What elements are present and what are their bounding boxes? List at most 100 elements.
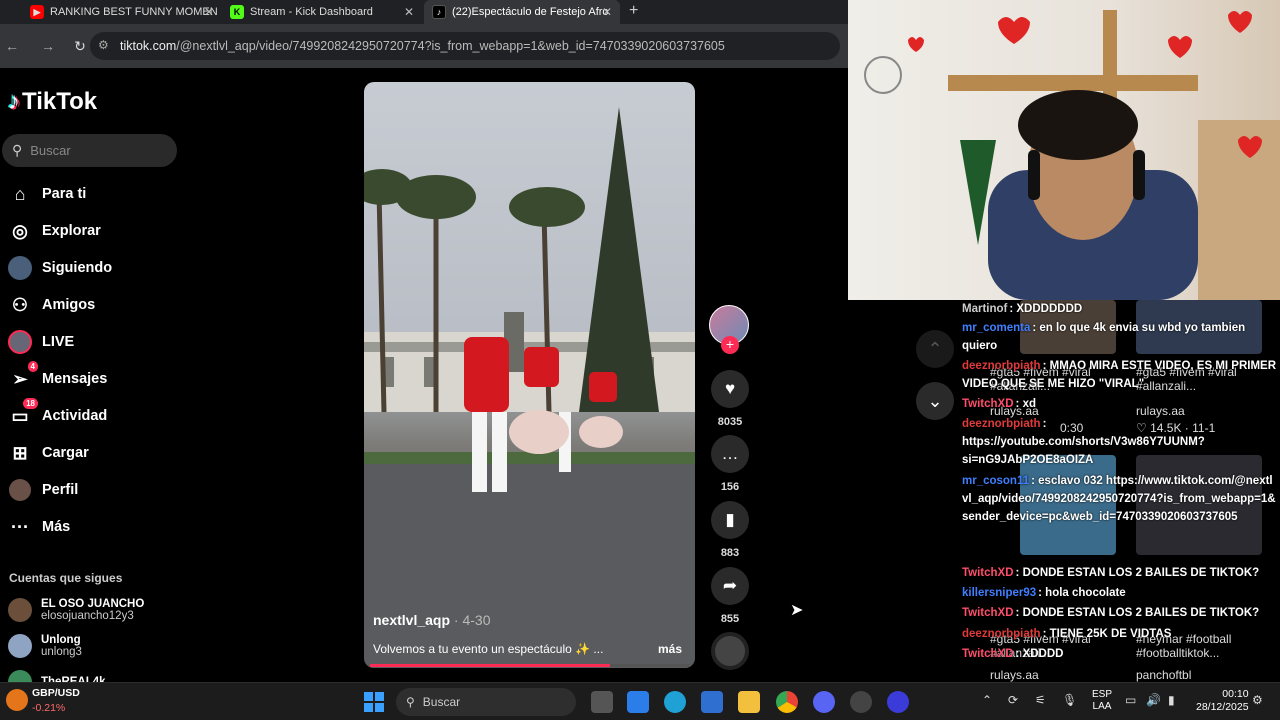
video-player[interactable] [364, 82, 695, 668]
store-icon[interactable] [701, 691, 723, 713]
nav-mas[interactable]: ··· Más [8, 512, 70, 542]
task-view-icon[interactable] [591, 691, 613, 713]
previous-video-button[interactable]: ⌃ [916, 330, 954, 368]
webcam-feed [864, 10, 1280, 300]
edge-icon[interactable] [664, 691, 686, 713]
forward-icon[interactable]: → [36, 34, 60, 58]
home-icon: ⌂ [14, 183, 26, 204]
chat-username: TwitchXD [962, 398, 1014, 410]
battery-icon[interactable]: ▮ [1168, 693, 1175, 707]
nav-amigos[interactable]: ⚇ Amigos [8, 290, 95, 320]
chat-message: TwitchXD: DONDE ESTAN LOS 2 BAILES DE TI… [962, 567, 1260, 579]
chat-message: TwitchXD: XDDDD [962, 648, 1064, 660]
network-icon[interactable]: ⚟ [1035, 693, 1046, 707]
tab-title: Stream - Kick Dashboard [250, 6, 373, 18]
url-field[interactable]: ⚙ tiktok.com/@nextlvl_aqp/video/74992082… [90, 32, 840, 60]
friends-icon: ⚇ [11, 294, 29, 315]
chat-message: deeznorbpiath: TIENE 25K DE VIDTAS [962, 628, 1172, 640]
nav-para-ti[interactable]: ⌂ Para ti [8, 179, 87, 209]
video-progress-fill [370, 664, 610, 667]
microphone-icon[interactable]: 🎙 [1062, 693, 1077, 707]
comment-icon: … [711, 435, 749, 473]
chat-message: TwitchXD: xd [962, 398, 1036, 410]
nav-explorar[interactable]: ◎ Explorar [8, 216, 101, 246]
close-tab-icon[interactable]: ✕ [204, 5, 214, 19]
language-indicator[interactable]: ESP LAA [1092, 689, 1112, 713]
new-tab-button[interactable]: + [629, 2, 638, 20]
chat-username: Martinof [962, 303, 1008, 315]
compass-icon: ◎ [12, 220, 28, 241]
comment-button[interactable]: … 156 [710, 435, 750, 493]
like-button[interactable]: ♥ 8035 [710, 370, 750, 428]
profile-icon [8, 478, 32, 502]
obs-icon[interactable] [850, 691, 872, 713]
chat-username: TwitchXD [962, 648, 1014, 660]
stream-chat-overlay: Martinof: XDDDDDDD mr_comenta: en lo que… [958, 300, 1280, 682]
back-icon[interactable]: ← [0, 34, 24, 58]
site-settings-icon[interactable]: ⚙ [98, 38, 109, 52]
caption-more-link[interactable]: más [658, 642, 682, 656]
following-account[interactable]: Unlong unlong3 [8, 634, 82, 658]
file-explorer-icon[interactable] [738, 691, 760, 713]
tiktok-icon: ♪ [432, 5, 446, 19]
live-icon [8, 330, 32, 354]
comment-count: 156 [720, 481, 740, 493]
following-icon [8, 256, 32, 280]
share-button[interactable]: ➦ 855 [710, 567, 750, 625]
close-tab-icon[interactable]: ✕ [602, 5, 612, 19]
nav-live[interactable]: LIVE [8, 327, 74, 357]
clock[interactable]: 00:10 28/12/2025 [1196, 688, 1249, 714]
ticker-change: -0.21% [32, 702, 66, 714]
save-button[interactable]: ▮ 883 [710, 501, 750, 559]
windows-start-icon[interactable] [364, 692, 384, 712]
chat-message: mr_comenta: en lo que 4k envia su wbd yo… [962, 322, 1246, 352]
nav-actividad[interactable]: ▭ 18 Actividad [8, 398, 107, 431]
tab-title: (22)Espectáculo de Festejo Afro [452, 6, 609, 18]
nav-mensajes[interactable]: ➢ 4 Mensajes [8, 361, 107, 394]
reload-icon[interactable]: ↻ [68, 34, 92, 58]
notifications-icon[interactable]: ⚙ [1252, 693, 1263, 707]
tray-overflow-icon[interactable]: ⌃ [982, 693, 992, 707]
nav-perfil[interactable]: Perfil [8, 475, 78, 505]
discord-icon[interactable] [813, 691, 835, 713]
follow-plus-icon[interactable]: + [721, 336, 739, 354]
chrome-icon[interactable] [776, 691, 798, 713]
outlook-icon[interactable] [627, 691, 649, 713]
url-host: tiktok.com [120, 39, 177, 53]
avatar [8, 634, 32, 658]
nav-cargar[interactable]: ⊞ Cargar [8, 438, 88, 468]
url-path: /@nextlvl_aqp/video/7499208242950720774?… [176, 39, 725, 53]
chat-username: deeznorbpiath [962, 418, 1041, 430]
taskbar-search[interactable]: ⚲ Buscar [396, 688, 576, 716]
chat-message: mr_coson11: esclavo 032 https://www.tikt… [962, 475, 1276, 523]
heart-icon: ♥ [711, 370, 749, 408]
browser-tab-youtube[interactable]: ▶ RANKING BEST FUNNY MOMEN ✕ [22, 0, 222, 24]
video-author[interactable]: nextlvl_aqp · 4-30 [373, 612, 491, 628]
chat-message: Martinof: XDDDDDDD [962, 303, 1083, 315]
video-frame [364, 107, 695, 668]
browser-tab-kick[interactable]: K Stream - Kick Dashboard ✕ [222, 0, 422, 24]
tiktok-logo[interactable]: ♪ TikTok [8, 88, 97, 116]
following-account[interactable]: EL OSO JUANCHO elosojuancho12y3 [8, 598, 144, 622]
browser-tab-bar: ▶ RANKING BEST FUNNY MOMEN ✕ K Stream - … [0, 0, 848, 24]
music-disc-icon[interactable] [711, 632, 749, 670]
webcam-overlay [848, 0, 1280, 300]
tiktok-logo-icon: ♪ [8, 88, 20, 115]
nav-siguiendo[interactable]: Siguiendo [8, 253, 112, 283]
search-input[interactable]: ⚲ Buscar [2, 134, 177, 167]
messages-icon: ➢ 4 [8, 361, 38, 391]
chat-username: mr_comenta [962, 322, 1031, 334]
chat-message: TwitchXD: DONDE ESTAN LOS 2 BAILES DE TI… [962, 607, 1260, 619]
volume-icon[interactable]: 🔊 [1146, 693, 1161, 707]
display-icon[interactable]: ▭ [1125, 693, 1136, 707]
search-icon: ⚲ [406, 695, 415, 709]
search-icon: ⚲ [12, 142, 23, 158]
browser-tab-tiktok[interactable]: ♪ (22)Espectáculo de Festejo Afro ✕ [424, 0, 620, 24]
weather-widget-icon[interactable] [6, 689, 28, 711]
app-icon[interactable] [887, 691, 909, 713]
chat-username: deeznorbpiath [962, 360, 1041, 372]
next-video-button[interactable]: ⌄ [916, 382, 954, 420]
close-tab-icon[interactable]: ✕ [404, 5, 414, 19]
avatar [8, 598, 32, 622]
sync-icon[interactable]: ⟳ [1008, 693, 1018, 707]
